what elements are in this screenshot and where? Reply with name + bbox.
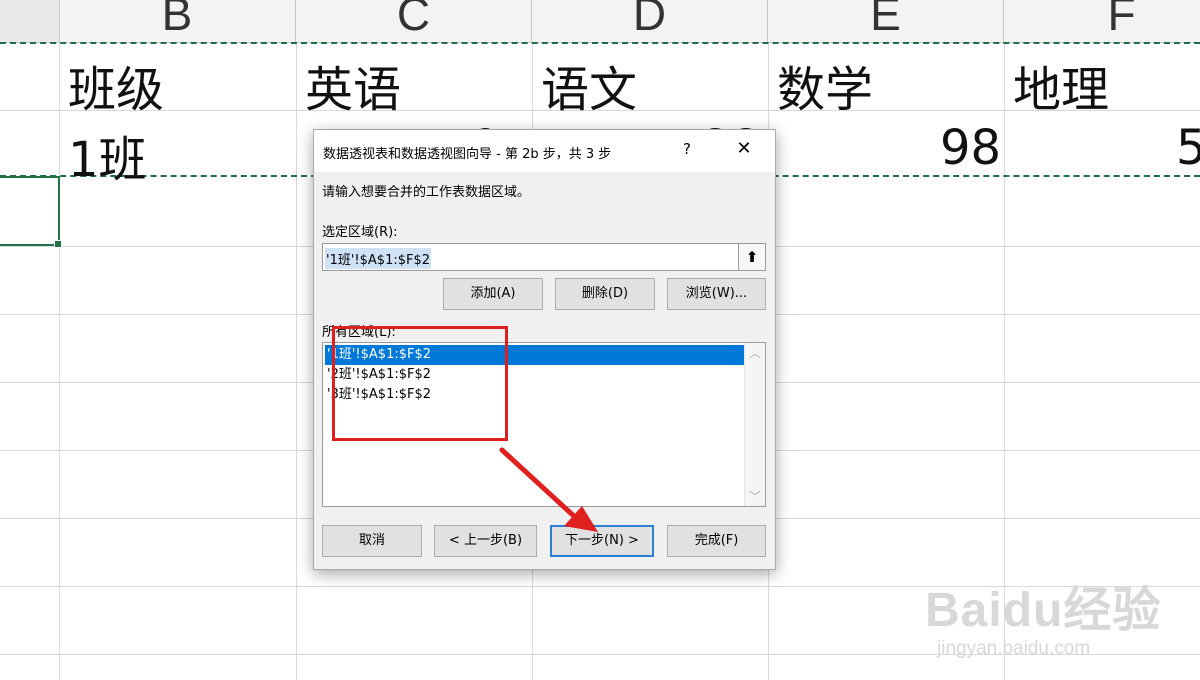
arrow-icon: [499, 447, 598, 532]
